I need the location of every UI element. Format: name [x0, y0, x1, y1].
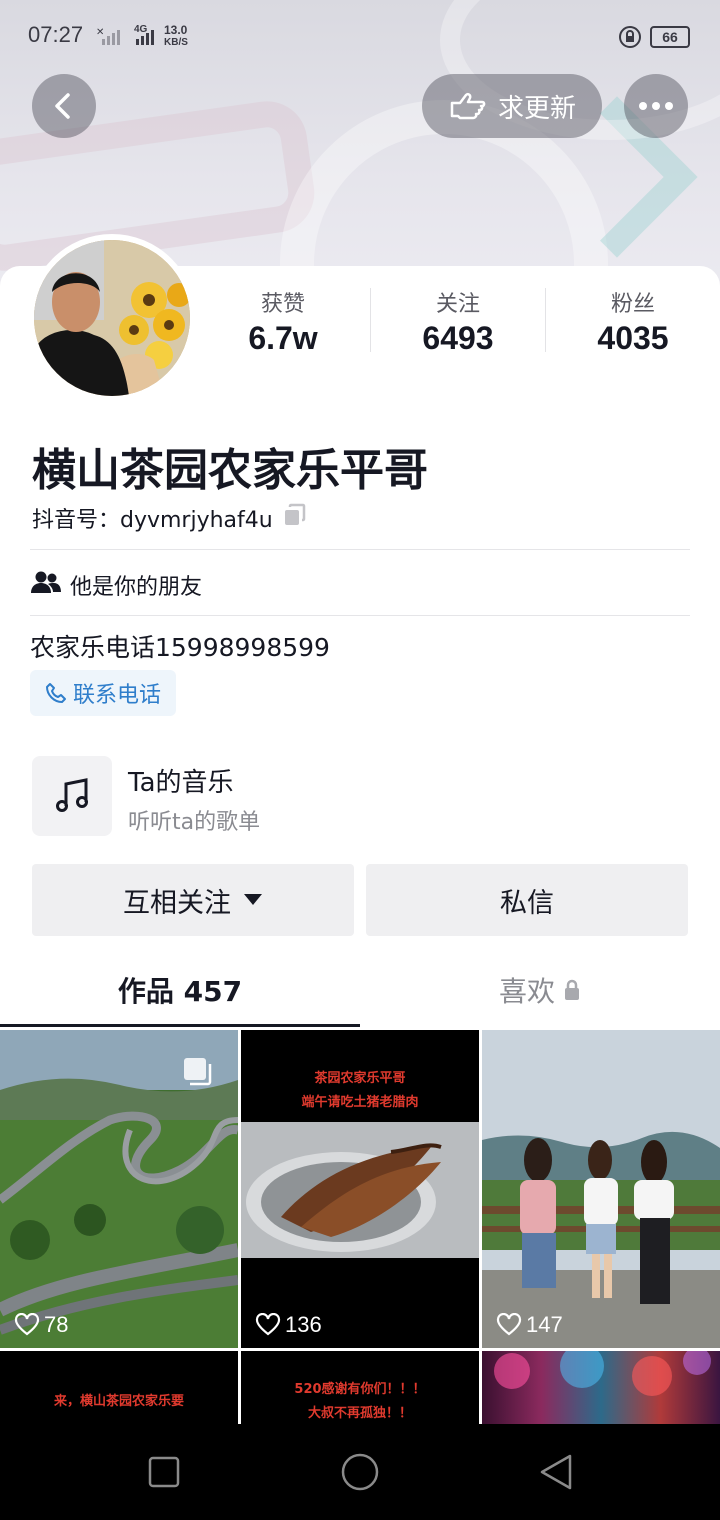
circle-icon: [341, 1453, 379, 1491]
network-speed-unit: KB/S: [164, 37, 188, 48]
chevron-left-icon: [55, 93, 70, 119]
tab-works[interactable]: 作品 457: [0, 970, 360, 1010]
lock-rotation-icon: [618, 25, 642, 53]
caret-down-icon: [244, 894, 262, 905]
video-thumbnail[interactable]: 来，横山茶园农家乐要: [0, 1351, 238, 1424]
thumbnail-caption: 端午请吃土猪老腊肉: [301, 1095, 419, 1110]
system-back-button[interactable]: [538, 1452, 574, 1496]
like-count: 147: [496, 1312, 563, 1338]
profile-bio: 农家乐电话15998998599: [30, 633, 330, 662]
like-count-value: 147: [526, 1312, 563, 1337]
party-lights-image: [494, 1351, 711, 1396]
profile-name: 横山茶园农家乐平哥: [32, 445, 428, 496]
thumbnail-caption: 来，横山茶园农家乐要: [53, 1394, 184, 1409]
mutual-follow-button[interactable]: 互相关注: [32, 864, 354, 936]
stat-likes-label: 获赞: [260, 292, 305, 317]
friends-icon: [30, 570, 62, 600]
request-update-button[interactable]: 求更新: [422, 74, 602, 138]
svg-text:✕: ✕: [96, 27, 104, 38]
stat-followers-value[interactable]: 4035: [548, 320, 718, 357]
message-label: 私信: [500, 887, 554, 919]
like-count: 136: [255, 1312, 322, 1338]
multi-image-icon: [182, 1056, 214, 1090]
music-entry[interactable]: [32, 756, 112, 836]
douyin-id: 抖音号：dyvmrjyhaf4u: [32, 508, 273, 533]
music-note-icon: [56, 778, 88, 812]
signal-off-icon: ✕: [96, 26, 122, 50]
square-icon: [148, 1456, 180, 1488]
tab-active-indicator: [0, 1024, 360, 1027]
stat-followers-label: 粉丝: [610, 292, 655, 317]
stat-following-value[interactable]: 6493: [373, 320, 543, 357]
avatar-photo: [34, 240, 190, 396]
pointing-hand-icon: [450, 92, 486, 120]
video-thumbnail[interactable]: 520感谢有你们！！！ 大叔不再孤独！！: [241, 1351, 479, 1424]
heart-icon: [496, 1313, 522, 1336]
phone-icon: [45, 683, 66, 703]
heart-icon: [14, 1313, 40, 1336]
message-button[interactable]: 私信: [366, 864, 688, 936]
bacon-image: [241, 1122, 479, 1258]
request-update-label: 求更新: [497, 93, 576, 124]
like-count-value: 78: [44, 1312, 69, 1337]
music-title[interactable]: Ta的音乐: [128, 762, 234, 799]
thumbnail-caption: 大叔不再孤独！！: [307, 1406, 412, 1421]
system-navigation-bar: [0, 1424, 720, 1520]
tab-likes-label: 喜欢: [498, 975, 555, 1008]
recent-apps-button[interactable]: [148, 1456, 180, 1492]
like-count: 78: [14, 1312, 68, 1338]
contact-phone-label: 联系电话: [72, 683, 161, 708]
heart-icon: [255, 1313, 281, 1336]
divider: [30, 615, 690, 616]
video-thumbnail[interactable]: 78: [0, 1030, 238, 1348]
status-time: 07:27: [28, 22, 84, 47]
divider: [30, 549, 690, 550]
tab-likes[interactable]: 喜欢: [360, 970, 720, 1010]
scenic-view-image: [482, 1030, 720, 1348]
stat-likes-value[interactable]: 6.7w: [198, 320, 368, 357]
copy-icon[interactable]: [282, 502, 308, 532]
lock-icon: [565, 979, 579, 1000]
video-thumbnail[interactable]: [482, 1351, 720, 1424]
home-button[interactable]: [340, 1452, 380, 1496]
friend-status-text: 他是你的朋友: [70, 575, 203, 600]
stat-divider: [370, 288, 371, 352]
more-button[interactable]: [624, 74, 688, 138]
video-thumbnail[interactable]: 147: [482, 1030, 720, 1348]
avatar[interactable]: [34, 240, 190, 396]
triangle-back-icon: [540, 1454, 572, 1490]
contact-phone-button[interactable]: 联系电话: [30, 670, 176, 716]
thumbnail-caption: 520感谢有你们！！！: [294, 1382, 426, 1397]
music-subtitle: 听听ta的歌单: [128, 810, 261, 835]
like-count-value: 136: [285, 1312, 322, 1337]
stat-following-label: 关注: [435, 292, 480, 317]
back-button[interactable]: [32, 74, 96, 138]
signal-icon: [134, 26, 160, 50]
more-dots-icon: [639, 102, 673, 110]
battery-indicator: 66: [650, 26, 690, 48]
network-speed-value: 13.0: [164, 23, 188, 37]
thumbnail-caption: 茶园农家乐平哥: [314, 1071, 406, 1086]
mutual-follow-label: 互相关注: [123, 887, 231, 919]
video-thumbnail[interactable]: 茶园农家乐平哥 端午请吃土猪老腊肉 136: [241, 1030, 479, 1348]
stat-divider: [545, 288, 546, 352]
